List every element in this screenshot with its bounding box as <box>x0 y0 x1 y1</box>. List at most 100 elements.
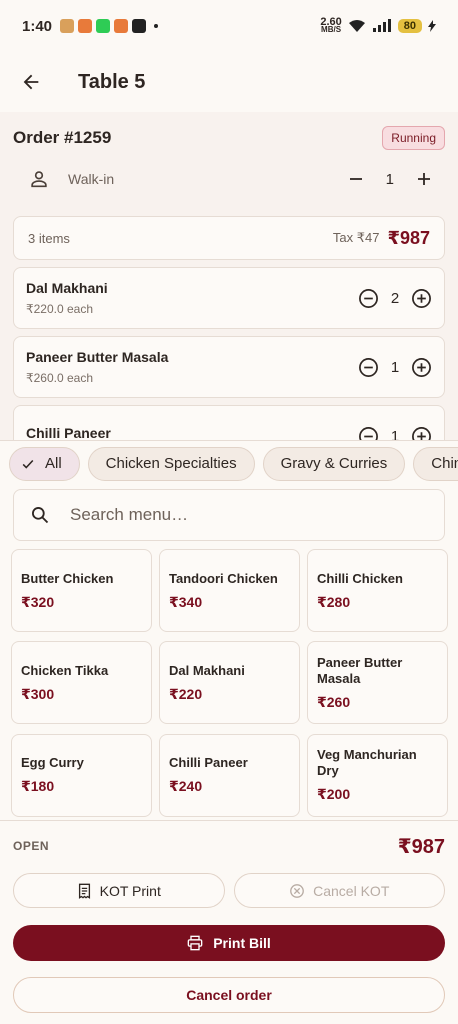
menu-item-card[interactable]: Tandoori Chicken ₹340 <box>159 549 300 632</box>
order-total: ₹987 <box>387 227 430 248</box>
order-item[interactable]: Dal Makhani ₹220.0 each 2 <box>13 267 445 329</box>
menu-item-name: Dal Makhani <box>169 662 245 678</box>
cancel-circle-icon <box>290 883 305 898</box>
menu-item-price: ₹300 <box>21 685 55 702</box>
check-icon <box>21 457 35 471</box>
order-header: Order #1259 Running <box>0 112 458 154</box>
menu-item-price: ₹320 <box>21 593 55 610</box>
order-summary: 3 items Tax ₹47 ₹987 <box>13 216 445 260</box>
menu-item-name: Paneer Butter Masala <box>317 654 403 686</box>
menu-item-price: ₹200 <box>317 786 351 803</box>
menu-item-price: ₹180 <box>21 778 55 795</box>
increase-guests-button[interactable] <box>416 171 432 187</box>
charging-icon <box>428 20 436 32</box>
menu-item-name: Egg Curry <box>21 755 84 771</box>
menu-item-card[interactable]: Egg Curry ₹180 <box>11 733 152 817</box>
order-item-price: ₹260.0 each <box>26 371 94 385</box>
page-title: Table 5 <box>78 70 146 93</box>
decrease-qty-button[interactable] <box>358 426 379 440</box>
menu-item-card[interactable]: Butter Chicken ₹320 <box>11 549 152 632</box>
printer-icon <box>187 935 203 951</box>
menu-item-card[interactable]: Dal Makhani ₹220 <box>159 641 300 725</box>
category-chip-all[interactable]: All <box>9 446 80 481</box>
plus-circle-icon <box>412 288 431 308</box>
search-input[interactable] <box>70 505 390 525</box>
category-chip-chicken-specialties[interactable]: Chicken Specialties <box>87 446 255 481</box>
plus-icon <box>418 173 430 185</box>
menu-item-name: Chilli Paneer <box>169 755 248 771</box>
menu-item-price: ₹240 <box>169 778 203 795</box>
tax-amount: Tax ₹47 <box>332 230 380 245</box>
minus-icon <box>349 178 362 180</box>
category-chip-gravy-curries[interactable]: Gravy & Curries <box>262 446 406 481</box>
order-number: Order #1259 <box>13 127 112 147</box>
minus-circle-icon <box>359 357 378 377</box>
cancel-kot-button[interactable]: Cancel KOT <box>233 873 445 908</box>
notification-app-icon <box>78 19 93 33</box>
print-bill-button[interactable]: Print Bill <box>13 925 445 961</box>
wifi-icon <box>348 20 365 32</box>
item-count: 3 items <box>28 230 70 246</box>
menu-item-name: Chicken Tikka <box>21 662 109 678</box>
kot-print-button[interactable]: KOT Print <box>13 873 225 908</box>
menu-grid: Butter Chicken ₹320 Tandoori Chicken ₹34… <box>11 549 448 819</box>
increase-qty-button[interactable] <box>411 288 432 309</box>
grand-total: ₹987 <box>397 835 445 858</box>
menu-item-price: ₹260 <box>317 693 351 710</box>
app-bar: Table 5 <box>0 52 458 112</box>
customer-row[interactable]: Walk-in 1 <box>0 154 458 204</box>
order-item-name: Chilli Paneer <box>26 425 111 440</box>
notification-app-icon <box>60 19 75 33</box>
category-chip-label: Gravy & Curries <box>280 455 388 472</box>
menu-item-card[interactable]: Veg Manchurian Dry ₹200 <box>307 733 448 817</box>
plus-circle-icon <box>412 426 431 440</box>
notification-app-icon <box>96 19 111 33</box>
qty-stepper: 2 <box>358 288 432 309</box>
bottom-action-bar: OPEN ₹987 KOT Print Cancel KOT Print Bil… <box>0 820 458 1024</box>
minus-circle-icon <box>359 288 378 308</box>
order-item[interactable]: Chilli Paneer 1 <box>13 405 445 440</box>
decrease-qty-button[interactable] <box>358 288 379 309</box>
menu-item-name: Veg Manchurian Dry <box>317 747 417 779</box>
notification-app-icon <box>114 19 129 33</box>
kot-print-label: KOT Print <box>99 882 161 899</box>
plus-circle-icon <box>412 357 431 377</box>
cancel-order-button[interactable]: Cancel order <box>13 977 445 1013</box>
menu-item-card[interactable]: Paneer Butter Masala ₹260 <box>307 641 448 725</box>
order-item-name: Paneer Butter Masala <box>26 349 169 365</box>
category-chip-chinese[interactable]: Chine <box>413 446 458 481</box>
menu-item-card[interactable]: Chicken Tikka ₹300 <box>11 641 152 725</box>
menu-item-name: Butter Chicken <box>21 570 114 586</box>
back-button[interactable] <box>18 69 44 95</box>
menu-item-price: ₹340 <box>169 593 203 610</box>
category-chip-label: All <box>45 455 62 472</box>
more-notifications-dot <box>154 24 159 28</box>
category-chips: All Chicken Specialties Gravy & Curries … <box>0 440 458 486</box>
cancel-kot-label: Cancel KOT <box>313 882 390 899</box>
item-quantity: 1 <box>390 427 400 441</box>
qty-stepper: 1 <box>358 357 432 378</box>
battery-level: 80 <box>397 19 422 33</box>
menu-item-name: Chilli Chicken <box>317 570 403 586</box>
decrease-guests-button[interactable] <box>348 171 364 187</box>
menu-item-card[interactable]: Chilli Chicken ₹280 <box>307 549 448 632</box>
guest-stepper: 1 <box>348 171 432 188</box>
increase-qty-button[interactable] <box>411 426 432 440</box>
item-quantity: 1 <box>390 358 400 376</box>
decrease-qty-button[interactable] <box>358 357 379 378</box>
receipt-icon <box>78 883 90 899</box>
menu-item-card[interactable]: Chilli Paneer ₹240 <box>159 733 300 817</box>
menu-item-price: ₹220 <box>169 685 203 702</box>
customer-label: Walk-in <box>68 171 115 187</box>
status-time: 1:40 <box>22 17 53 35</box>
status-bar: 1:40 2.60 MB/S 80 <box>0 0 458 52</box>
menu-item-price: ₹280 <box>317 593 351 610</box>
signal-icon <box>372 19 391 32</box>
qty-stepper: 1 <box>358 426 432 441</box>
bill-summary-row: OPEN ₹987 <box>0 821 458 871</box>
increase-qty-button[interactable] <box>411 357 432 378</box>
order-state-label: OPEN <box>13 839 50 853</box>
order-item-name: Dal Makhani <box>26 280 108 296</box>
minus-circle-icon <box>359 426 378 440</box>
order-item[interactable]: Paneer Butter Masala ₹260.0 each 1 <box>13 336 445 398</box>
